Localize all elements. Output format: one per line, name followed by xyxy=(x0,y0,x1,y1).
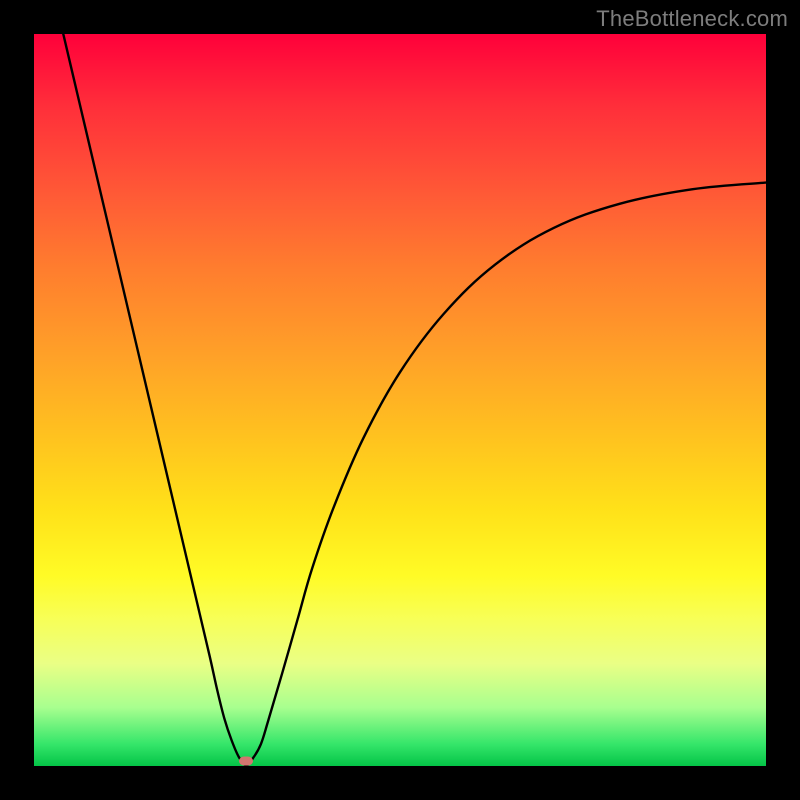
chart-frame: TheBottleneck.com xyxy=(0,0,800,800)
plot-area xyxy=(34,34,766,766)
curve-svg xyxy=(34,34,766,766)
min-marker xyxy=(239,757,253,766)
bottleneck-curve xyxy=(63,34,766,765)
watermark-text: TheBottleneck.com xyxy=(596,6,788,32)
